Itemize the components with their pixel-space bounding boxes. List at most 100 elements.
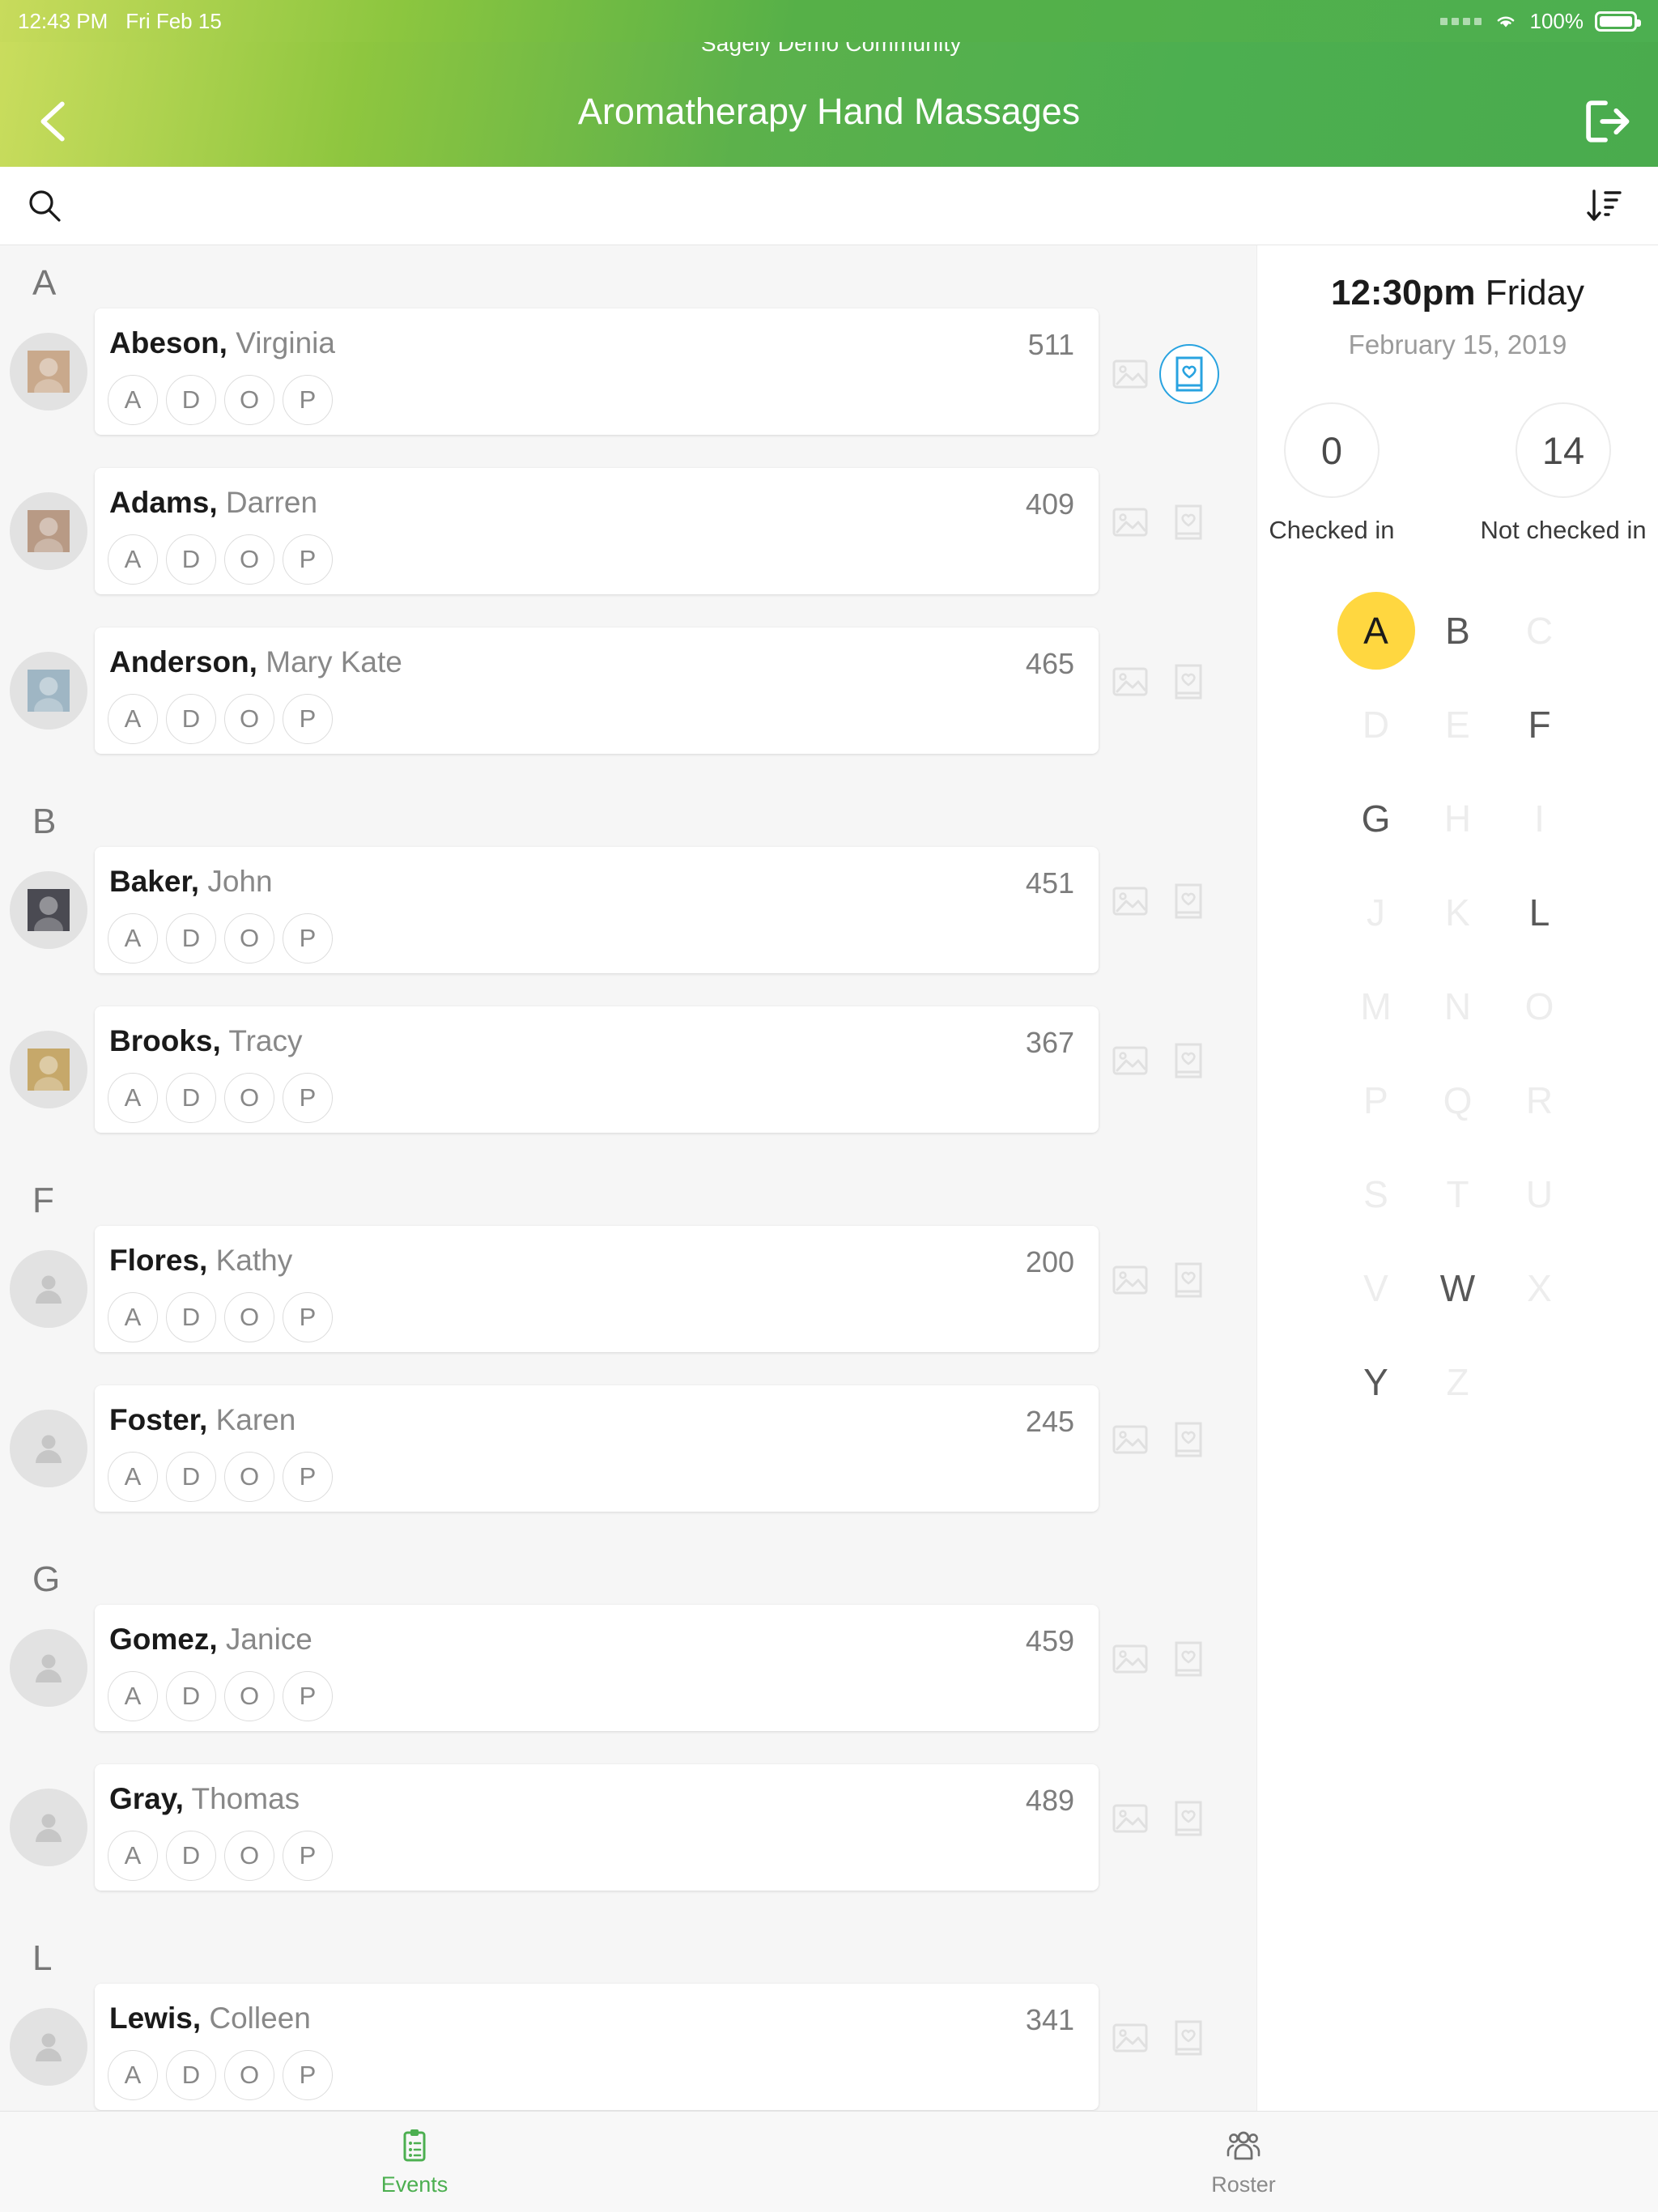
back-button[interactable] [24,91,83,152]
sort-descending-icon[interactable] [1580,183,1626,228]
tag-o[interactable]: O [224,694,274,744]
life-story-book-icon[interactable] [1174,1261,1203,1299]
life-story-button[interactable] [1174,1421,1203,1458]
tag-o[interactable]: O [224,2050,274,2100]
life-story-button[interactable] [1174,1042,1203,1079]
tag-a[interactable]: A [108,694,158,744]
avatar[interactable] [10,652,87,730]
tab-events[interactable]: Events [0,2112,829,2212]
image-icon[interactable] [1112,1423,1148,1456]
life-story-book-icon[interactable] [1174,1800,1203,1837]
table-row[interactable]: Adams, Darren 409 ADOP [0,468,1256,614]
alpha-Y[interactable]: Y [1335,1335,1417,1429]
tag-a[interactable]: A [108,1831,158,1881]
checked-in-counter[interactable]: 0 Checked in [1269,402,1395,545]
avatar[interactable] [10,1250,87,1328]
search-input[interactable] [83,181,1580,230]
tag-o[interactable]: O [224,534,274,585]
tag-d[interactable]: D [166,1831,216,1881]
resident-card[interactable]: Anderson, Mary Kate 465 ADOP [95,627,1099,754]
life-story-book-icon[interactable] [1174,1042,1203,1079]
tag-o[interactable]: O [224,1292,274,1342]
table-row[interactable]: Brooks, Tracy 367 ADOP [0,1006,1256,1152]
life-story-button[interactable] [1174,1261,1203,1299]
tag-p[interactable]: P [283,1671,333,1721]
avatar[interactable] [10,1789,87,1866]
alpha-G[interactable]: G [1335,772,1417,866]
tag-p[interactable]: P [283,534,333,585]
tab-roster[interactable]: Roster [829,2112,1658,2212]
tag-p[interactable]: P [283,694,333,744]
life-story-button[interactable] [1174,504,1203,541]
alpha-L[interactable]: L [1499,866,1580,959]
table-row[interactable]: Abeson, Virginia 511 ADOP [0,308,1256,454]
resident-card[interactable]: Brooks, Tracy 367 ADOP [95,1006,1099,1133]
tag-a[interactable]: A [108,534,158,585]
tag-d[interactable]: D [166,375,216,425]
life-story-book-icon[interactable] [1174,663,1203,700]
table-row[interactable]: Anderson, Mary Kate 465 ADOP [0,627,1256,773]
life-story-book-icon[interactable] [1174,504,1203,541]
tag-o[interactable]: O [224,1671,274,1721]
image-icon[interactable] [1112,1802,1148,1835]
tag-d[interactable]: D [166,534,216,585]
image-icon[interactable] [1112,1643,1148,1675]
life-story-button[interactable] [1174,1640,1203,1678]
avatar[interactable] [10,1410,87,1487]
image-icon[interactable] [1112,1044,1148,1077]
life-story-book-icon[interactable] [1174,1640,1203,1678]
alpha-W[interactable]: W [1417,1241,1499,1335]
tag-a[interactable]: A [108,1671,158,1721]
alpha-F[interactable]: F [1499,678,1580,772]
avatar[interactable] [10,492,87,570]
table-row[interactable]: Lewis, Colleen 341 ADOP [0,1984,1256,2111]
tag-p[interactable]: P [283,1831,333,1881]
avatar[interactable] [10,333,87,410]
tag-o[interactable]: O [224,1073,274,1123]
tag-o[interactable]: O [224,375,274,425]
image-icon[interactable] [1112,358,1148,390]
tag-a[interactable]: A [108,1452,158,1502]
life-story-button-active[interactable] [1159,344,1219,404]
resident-card[interactable]: Foster, Karen 245 ADOP [95,1385,1099,1512]
life-story-book-icon[interactable] [1174,1421,1203,1458]
resident-card[interactable]: Baker, John 451 ADOP [95,847,1099,973]
not-checked-in-counter[interactable]: 14 Not checked in [1481,402,1647,545]
life-story-button[interactable] [1174,883,1203,920]
avatar[interactable] [10,871,87,949]
tag-o[interactable]: O [224,913,274,963]
life-story-button[interactable] [1174,1800,1203,1837]
resident-card[interactable]: Lewis, Colleen 341 ADOP [95,1984,1099,2110]
tag-d[interactable]: D [166,694,216,744]
tag-a[interactable]: A [108,1073,158,1123]
tag-p[interactable]: P [283,375,333,425]
tag-d[interactable]: D [166,913,216,963]
tag-p[interactable]: P [283,2050,333,2100]
resident-card[interactable]: Gray, Thomas 489 ADOP [95,1764,1099,1891]
resident-card[interactable]: Flores, Kathy 200 ADOP [95,1226,1099,1352]
image-icon[interactable] [1112,506,1148,538]
tag-a[interactable]: A [108,2050,158,2100]
life-story-book-icon[interactable] [1174,2019,1203,2057]
tag-a[interactable]: A [108,913,158,963]
tag-o[interactable]: O [224,1831,274,1881]
image-icon[interactable] [1112,666,1148,698]
resident-card[interactable]: Gomez, Janice 459 ADOP [95,1605,1099,1731]
alpha-B[interactable]: B [1417,584,1499,678]
life-story-book-icon[interactable] [1175,355,1204,393]
life-story-button[interactable] [1174,663,1203,700]
tag-d[interactable]: D [166,1073,216,1123]
logout-button[interactable] [1574,91,1637,152]
table-row[interactable]: Gomez, Janice 459 ADOP [0,1605,1256,1750]
tag-a[interactable]: A [108,375,158,425]
table-row[interactable]: Foster, Karen 245 ADOP [0,1385,1256,1531]
table-row[interactable]: Baker, John 451 ADOP [0,847,1256,993]
tag-d[interactable]: D [166,1292,216,1342]
image-icon[interactable] [1112,2022,1148,2054]
life-story-book-icon[interactable] [1174,883,1203,920]
resident-list[interactable]: A Abeson, Virginia 511 ADOP Adams, Darre… [0,245,1257,2111]
resident-card[interactable]: Abeson, Virginia 511 ADOP [95,308,1099,435]
alphabet-index[interactable]: ABC D EFGH I J KL M N O P Q R S T U VWX YZ [1257,584,1658,1429]
avatar[interactable] [10,2008,87,2086]
table-row[interactable]: Gray, Thomas 489 ADOP [0,1764,1256,1910]
